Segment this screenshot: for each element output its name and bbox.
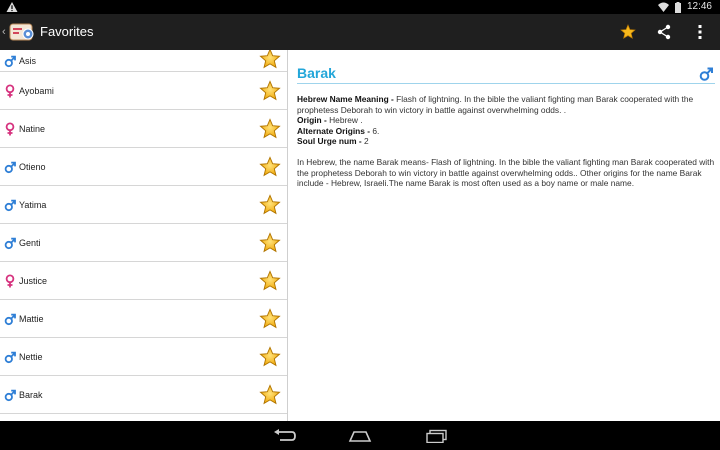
favorite-star-icon[interactable] — [259, 117, 281, 140]
soul-urge-value: 2 — [364, 136, 369, 147]
meaning-label: Hebrew Name Meaning - — [297, 94, 397, 104]
alt-origins-label: Alternate Origins - — [297, 125, 373, 136]
screen: 12:46 ‹ Favorites Asis Ayobami Natine Ot… — [0, 0, 720, 450]
status-time: 12:46 — [686, 1, 712, 12]
detail-description: In Hebrew, the name Barak means- Flash o… — [297, 156, 715, 189]
alt-origins-value: 6. — [372, 125, 380, 136]
male-gender-icon — [4, 388, 16, 402]
favorite-star-icon[interactable] — [259, 50, 281, 70]
navigation-bar — [0, 421, 720, 450]
male-gender-icon — [4, 198, 16, 212]
list-item[interactable]: Otieno — [0, 148, 287, 186]
male-gender-icon — [699, 67, 713, 81]
back-icon[interactable] — [270, 426, 298, 446]
origin-value: Hebrew . — [329, 115, 363, 126]
list-item[interactable]: Justice — [0, 262, 287, 300]
favorite-star-icon[interactable] — [614, 18, 642, 46]
list-item-name: Yatima — [19, 199, 47, 210]
share-icon[interactable] — [650, 18, 678, 46]
origin-line: Origin - Hebrew . — [297, 115, 715, 126]
favorite-star-icon[interactable] — [259, 269, 281, 292]
female-gender-icon — [4, 122, 16, 136]
list-item[interactable]: Natine — [0, 110, 287, 148]
favorite-star-icon[interactable] — [259, 383, 281, 406]
soul-urge-label: Soul Urge num - — [297, 136, 364, 147]
list-item[interactable]: Nettie — [0, 338, 287, 376]
female-gender-icon — [4, 274, 16, 288]
status-bar: 12:46 — [0, 0, 720, 14]
list-item[interactable]: Ayobami — [0, 72, 287, 110]
home-icon[interactable] — [346, 426, 374, 446]
list-item[interactable]: Asis — [0, 50, 287, 72]
list-item-name: Justice — [19, 275, 48, 286]
overflow-menu-icon[interactable] — [686, 18, 714, 46]
page-title: Favorites — [40, 24, 94, 39]
list-item-name: Natine — [19, 123, 46, 134]
up-caret-icon[interactable]: ‹ — [2, 26, 6, 38]
male-gender-icon — [4, 350, 16, 364]
status-icons: 12:46 — [657, 1, 712, 13]
warning-icon — [6, 2, 18, 12]
list-item[interactable]: Yatima — [0, 186, 287, 224]
alt-origins-line: Alternate Origins - 6. — [297, 126, 715, 137]
female-gender-icon — [4, 84, 16, 98]
favorite-star-icon[interactable] — [259, 307, 281, 330]
male-gender-icon — [4, 160, 16, 174]
list-item[interactable]: Barak — [0, 376, 287, 414]
detail-body: Hebrew Name Meaning - Flash of lightning… — [297, 94, 715, 189]
list-item-name: Genti — [19, 237, 41, 248]
wifi-icon — [657, 2, 669, 12]
list-item-name: Ayobami — [19, 85, 54, 96]
action-bar: ‹ Favorites — [0, 14, 720, 50]
soul-urge-line: Soul Urge num - 2 — [297, 136, 715, 147]
battery-icon — [674, 1, 681, 13]
favorite-star-icon[interactable] — [259, 193, 281, 216]
app-logo-icon[interactable] — [7, 20, 37, 44]
detail-header: Barak — [297, 62, 715, 84]
favorite-star-icon[interactable] — [259, 79, 281, 102]
name-detail: Barak Hebrew Name Meaning - Flash of lig… — [297, 62, 715, 189]
list-item-name: Asis — [19, 56, 37, 66]
meaning-line: Hebrew Name Meaning - Flash of lightning… — [297, 94, 715, 115]
list-item[interactable]: Genti — [0, 224, 287, 262]
list-item[interactable]: Mattie — [0, 300, 287, 338]
favorite-star-icon[interactable] — [259, 231, 281, 254]
favorite-star-icon[interactable] — [259, 345, 281, 368]
male-gender-icon — [4, 312, 16, 326]
origin-label: Origin - — [297, 115, 330, 126]
list-item-name: Barak — [19, 389, 43, 400]
male-gender-icon — [4, 54, 16, 68]
favorites-list[interactable]: Asis Ayobami Natine Otieno Yatima Genti Justic… — [0, 50, 288, 421]
list-item-name: Otieno — [19, 161, 46, 172]
detail-name: Barak — [297, 65, 336, 81]
list-item-name: Mattie — [19, 313, 44, 324]
recent-apps-icon[interactable] — [423, 426, 451, 446]
male-gender-icon — [4, 236, 16, 250]
favorite-star-icon[interactable] — [259, 155, 281, 178]
list-item-name: Nettie — [19, 351, 43, 362]
